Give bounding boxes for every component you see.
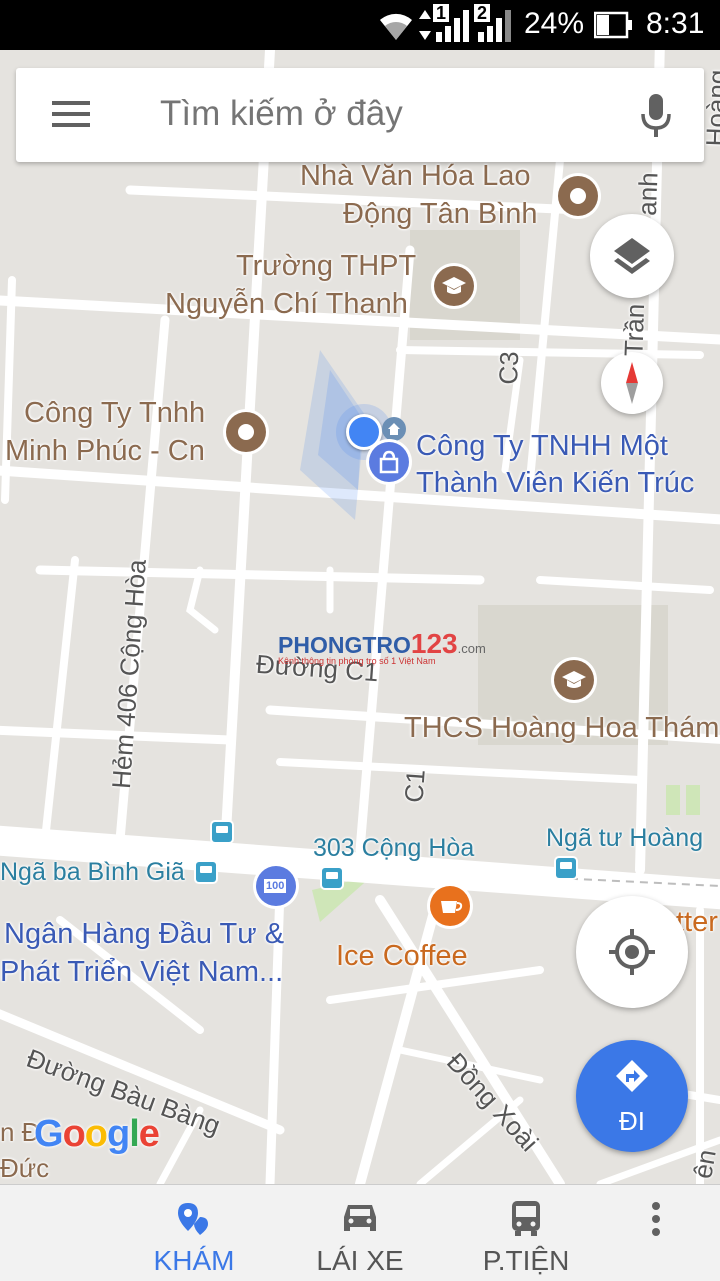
google-letter: o	[84, 1113, 108, 1155]
school-icon-thcs[interactable]	[554, 660, 594, 700]
google-letter: l	[129, 1113, 140, 1155]
search-bar[interactable]: Tìm kiếm ở đây	[16, 68, 704, 162]
poi-label-truong-thpt[interactable]: Trường THPT	[236, 248, 416, 284]
layers-button[interactable]	[590, 214, 674, 298]
search-input[interactable]: Tìm kiếm ở đây	[160, 94, 403, 134]
menu-icon[interactable]	[52, 99, 90, 129]
tab-explore[interactable]: KHÁM	[130, 1185, 258, 1281]
poi-label-kien-truc[interactable]: Công Ty TNHH Một	[416, 428, 668, 464]
watermark-suffix: .com	[457, 641, 486, 656]
clock: 8:31	[646, 7, 705, 40]
poi-marker-cultural-icon[interactable]	[558, 176, 598, 216]
my-location-button[interactable]	[576, 896, 688, 1008]
map-view[interactable]: Nhà Văn Hóa Lao Động Tân Bình Trường THP…	[0, 50, 720, 1184]
bus-stop-icon-left[interactable]	[212, 822, 232, 842]
my-location-icon	[609, 929, 655, 975]
bus-stop-icon-303[interactable]	[322, 868, 342, 888]
battery-icon	[594, 11, 632, 39]
bus-stop-icon-nga-tu[interactable]	[556, 858, 576, 878]
bank-badge: 100	[264, 879, 287, 893]
poi-label-nha-van-hoa-2[interactable]: Động Tân Bình	[343, 196, 538, 232]
google-letter: G	[34, 1113, 64, 1155]
poi-label-thcs[interactable]: THCS Hoàng Hoa Thám	[404, 710, 719, 746]
tab-driving[interactable]: LÁI XE	[296, 1185, 424, 1281]
google-logo: Google	[34, 1113, 160, 1156]
poi-label-ngan-hang-2[interactable]: Phát Triển Việt Nam...	[0, 954, 283, 990]
transit-label-nga-tu[interactable]: Ngã tư Hoàng	[546, 820, 703, 856]
directions-icon	[616, 1060, 648, 1092]
bus-icon	[512, 1201, 540, 1236]
watermark-brand-2: 123	[410, 628, 458, 659]
road-label-anh: anh	[631, 171, 664, 217]
poi-label-minh-phuc-2[interactable]: Minh Phúc - Cn	[5, 433, 205, 469]
signal-sim1-icon	[436, 10, 469, 42]
compass-button[interactable]	[601, 352, 663, 414]
google-letter: e	[138, 1113, 160, 1155]
signal-sim2-icon	[478, 10, 511, 42]
directions-button[interactable]: ĐI	[576, 1040, 688, 1152]
poi-label-nha-van-hoa[interactable]: Nhà Văn Hóa Lao	[300, 158, 531, 194]
tab-transit-label: P.TIỆN	[482, 1245, 570, 1276]
poi-marker-company-icon[interactable]	[226, 412, 266, 452]
microphone-icon[interactable]	[640, 94, 672, 138]
directions-label: ĐI	[619, 1106, 645, 1136]
watermark-brand-1: PHONGTRO	[278, 632, 411, 658]
shopping-bag-icon[interactable]	[369, 442, 409, 482]
road-label-tran: Trần	[618, 303, 651, 357]
wifi-icon	[380, 13, 412, 40]
bank-icon[interactable]: 100	[256, 866, 296, 906]
road-label-c3: C3	[493, 350, 525, 386]
tab-transit[interactable]: P.TIỆN	[462, 1185, 590, 1281]
more-options-icon[interactable]	[646, 1201, 666, 1237]
home-icon[interactable]	[382, 417, 406, 441]
road-label-c1: C1	[398, 768, 431, 804]
poi-label-kien-truc-2[interactable]: Thành Viên Kiến Trúc	[416, 465, 694, 501]
bottom-navigation: KHÁM LÁI XE P.TIỆN	[0, 1184, 720, 1281]
bus-stop-icon-binh-gia[interactable]	[196, 862, 216, 882]
coffee-icon[interactable]	[430, 886, 470, 926]
battery-percent: 24%	[524, 7, 585, 40]
poi-label-minh-phuc[interactable]: Công Ty Tnhh	[24, 395, 205, 431]
compass-icon	[626, 362, 638, 404]
status-bar: 1 2 24% 8:31	[0, 0, 720, 50]
school-icon[interactable]	[434, 266, 474, 306]
road-label-right-bottom: ên	[687, 1147, 720, 1181]
tab-driving-label: LÁI XE	[316, 1245, 404, 1276]
transit-label-binh-gia[interactable]: Ngã ba Bình Giã	[0, 854, 185, 890]
car-icon	[344, 1205, 376, 1231]
google-letter: g	[107, 1113, 130, 1155]
layers-icon	[614, 238, 650, 274]
poi-label-ngan-hang[interactable]: Ngân Hàng Đầu Tư &	[4, 916, 284, 952]
data-arrows-icon	[419, 10, 431, 40]
tab-explore-label: KHÁM	[153, 1245, 235, 1276]
poi-label-ice-coffee[interactable]: Ice Coffee	[336, 938, 468, 974]
google-letter: o	[62, 1113, 86, 1155]
transit-label-303[interactable]: 303 Cộng Hòa	[313, 830, 474, 866]
poi-label-truong-thpt-2[interactable]: Nguyễn Chí Thanh	[165, 286, 408, 322]
watermark-logo: PHONGTRO123.com Kênh thông tin phòng trọ…	[278, 628, 486, 666]
explore-pin-icon	[178, 1203, 208, 1235]
